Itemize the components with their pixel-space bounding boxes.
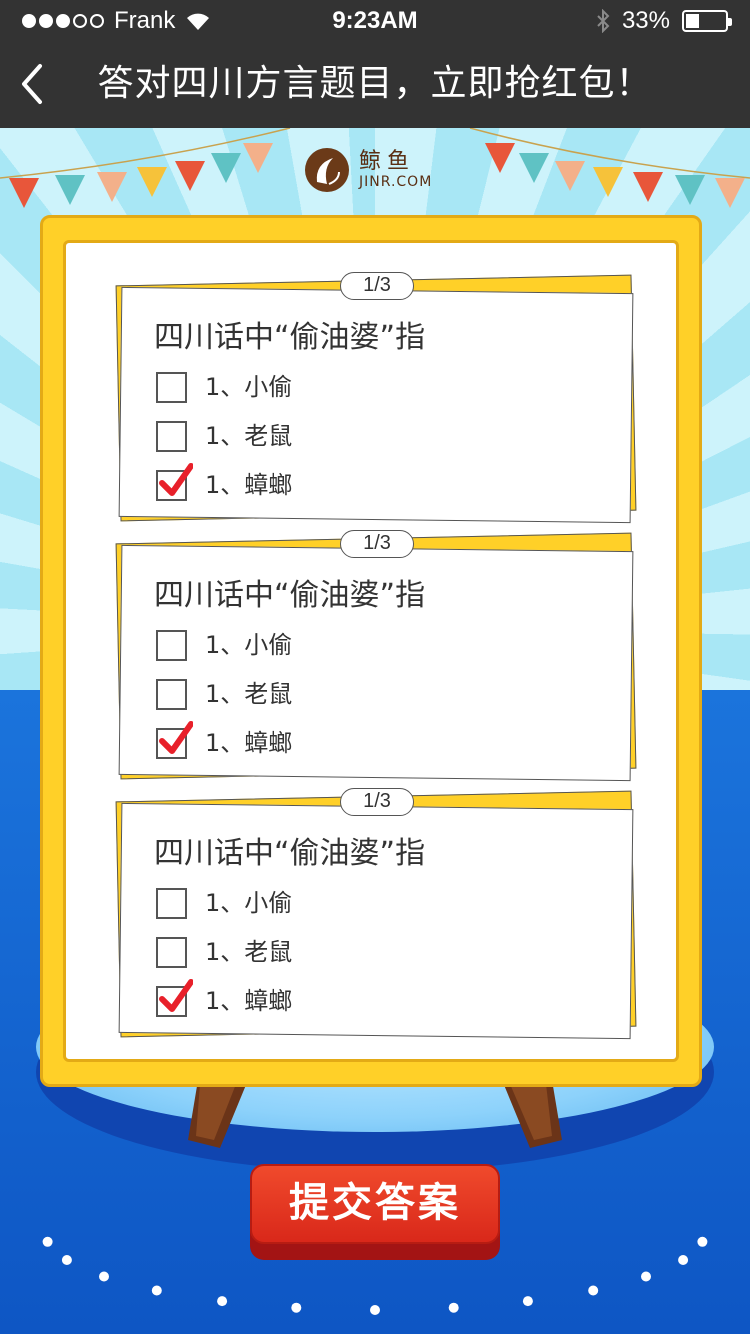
whale-logo-icon: [305, 148, 349, 192]
logo-name-en: JINR.COM: [359, 174, 433, 190]
answer-option[interactable]: 1、蟑螂: [156, 462, 293, 502]
answer-option[interactable]: 1、小偷: [156, 886, 292, 920]
bunting-flag: [519, 153, 549, 183]
status-right: 33%: [596, 7, 732, 35]
answer-option-label: 1、老鼠: [205, 938, 293, 966]
question-card: 1/3 四川话中“偷油婆”指 1、小偷 1、老鼠 1、蟑螂: [115, 788, 637, 1046]
bunting-flag: [9, 178, 39, 208]
checkbox[interactable]: [156, 371, 187, 403]
bunting-flag: [175, 161, 205, 191]
battery-percent: 33%: [621, 7, 670, 34]
answer-option-label: 1、小偷: [205, 373, 293, 401]
bunting-flag: [633, 172, 663, 202]
battery-level: [686, 14, 699, 28]
bunting-flag: [555, 161, 585, 191]
bunting-flag: [97, 172, 127, 202]
answer-option[interactable]: 1、小偷: [156, 628, 292, 662]
question-progress-badge: 1/3: [340, 272, 414, 300]
checkbox[interactable]: [156, 678, 187, 710]
answer-option-label: 1、蟑螂: [205, 987, 293, 1015]
checkbox[interactable]: [156, 978, 193, 1017]
answer-option-label: 1、老鼠: [205, 422, 293, 450]
bluetooth-icon: [597, 9, 610, 33]
answer-option-label: 1、蟑螂: [205, 729, 293, 757]
bunting-flag: [485, 143, 515, 173]
question-progress-badge: 1/3: [340, 530, 414, 558]
question-text: 四川话中“偷油婆”指: [154, 578, 426, 613]
answer-option-label: 1、小偷: [205, 889, 293, 917]
checkmark-icon: [159, 978, 193, 1012]
checkbox[interactable]: [156, 887, 187, 919]
answer-option[interactable]: 1、蟑螂: [156, 720, 293, 760]
checkbox[interactable]: [156, 720, 193, 759]
bunting-flag: [715, 178, 745, 208]
answer-option-label: 1、小偷: [205, 631, 293, 659]
battery-icon: [682, 10, 732, 32]
checkbox[interactable]: [156, 420, 187, 452]
submit-answers-button[interactable]: 提交答案: [250, 1164, 500, 1260]
bunting-flag: [243, 143, 273, 173]
checkbox[interactable]: [156, 629, 187, 661]
question-card: 1/3 四川话中“偷油婆”指 1、小偷 1、老鼠 1、蟑螂: [115, 272, 637, 530]
checkbox[interactable]: [156, 462, 193, 501]
bunting-flag: [593, 167, 623, 197]
checkmark-icon: [159, 720, 193, 754]
logo-name-cn: 鲸鱼: [359, 149, 416, 174]
bunting-flag: [137, 167, 167, 197]
question-progress-badge: 1/3: [340, 788, 414, 816]
page-title: 答对四川方言题目，立即抢红包！: [97, 63, 653, 104]
status-bar: Frank 9:23AM 33%: [0, 0, 750, 40]
question-card: 1/3 四川话中“偷油婆”指 1、小偷 1、老鼠 1、蟑螂: [115, 530, 637, 788]
logo-text: 鲸鱼 JINR.COM: [359, 149, 433, 191]
answer-option-label: 1、蟑螂: [205, 471, 293, 499]
answer-option[interactable]: 1、蟑螂: [156, 978, 293, 1018]
answer-option[interactable]: 1、小偷: [156, 370, 292, 404]
answer-option[interactable]: 1、老鼠: [156, 935, 292, 969]
bunting-flag: [55, 175, 85, 205]
question-text: 四川话中“偷油婆”指: [154, 836, 426, 871]
answer-option[interactable]: 1、老鼠: [156, 419, 292, 453]
bunting-flag: [211, 153, 241, 183]
submit-button-label: 提交答案: [289, 1180, 461, 1226]
question-text: 四川话中“偷油婆”指: [154, 320, 426, 355]
checkbox[interactable]: [156, 936, 187, 968]
nav-bar: 答对四川方言题目，立即抢红包！: [0, 40, 750, 128]
jinr-logo: 鲸鱼 JINR.COM: [303, 146, 432, 194]
checkmark-icon: [159, 462, 193, 496]
bunting-flag: [675, 175, 705, 205]
answer-option-label: 1、老鼠: [205, 680, 293, 708]
answer-option[interactable]: 1、老鼠: [156, 677, 292, 711]
